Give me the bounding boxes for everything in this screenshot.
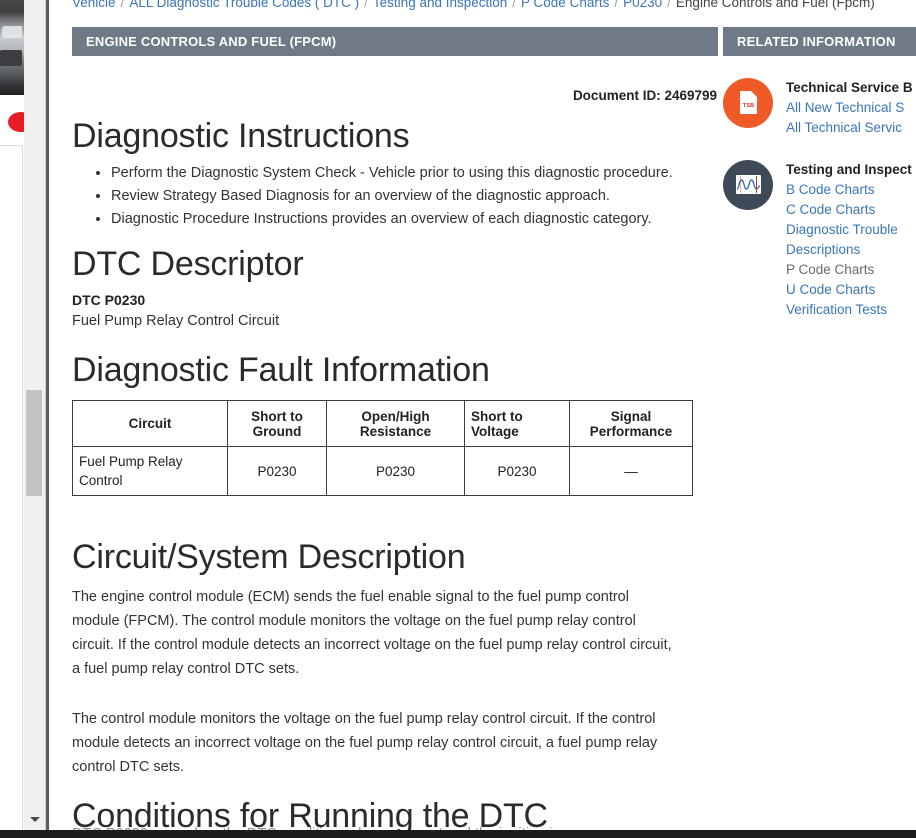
- related-information-header: RELATED INFORMATION: [723, 27, 916, 56]
- scrollbar-down-arrow-icon[interactable]: [24, 810, 46, 828]
- vehicle-grille: [0, 50, 22, 66]
- related-link[interactable]: C Code Charts: [786, 200, 916, 220]
- breadcrumb-separator: /: [120, 0, 125, 10]
- tsb-label: TSB: [742, 103, 755, 109]
- breadcrumb-item[interactable]: P Code Charts: [521, 0, 609, 10]
- table-column-header: Short to Voltage: [464, 400, 570, 448]
- scrollbar-track[interactable]: [24, 0, 46, 820]
- table-body: Fuel Pump Relay Control P0230 P0230 P0230—: [72, 446, 693, 497]
- tsb-document-icon: TSB: [723, 78, 773, 128]
- left-app-chrome: [0, 0, 34, 838]
- main-content-column: ENGINE CONTROLS AND FUEL (FPCM) Document…: [72, 27, 718, 838]
- list-item: Review Strategy Based Diagnosis for an o…: [111, 185, 718, 208]
- scope-screen: [736, 175, 761, 194]
- bullet-text: provides an overview of each diagnostic …: [327, 211, 652, 228]
- table-column-header: Short to Ground: [227, 400, 327, 448]
- clipped-bottom-text: DTC P0230 runs when the DTC conditions a…: [72, 823, 712, 830]
- breadcrumb-separator: /: [667, 0, 671, 10]
- inline-link[interactable]: Diagnostic System Check - Vehicle: [191, 165, 416, 181]
- vehicle-headlamp: [2, 26, 22, 38]
- vertical-scrollbar[interactable]: [24, 0, 46, 838]
- related-link[interactable]: Verification Tests: [786, 300, 916, 320]
- bullet-text: Perform the: [111, 165, 191, 182]
- table-column-header: Open/High Resistance: [326, 400, 465, 448]
- inline-link[interactable]: Strategy Based Diagnosis: [163, 188, 330, 204]
- breadcrumb-separator: /: [512, 0, 517, 10]
- breadcrumb-item[interactable]: P0230: [623, 0, 662, 10]
- diagnostic-fault-table: Circuit Short to Ground Open/High Resistan…: [72, 400, 693, 497]
- diagnostic-instructions-list: Perform the Diagnostic System Check - Ve…: [72, 162, 718, 231]
- table-cell: P0230: [326, 446, 465, 497]
- breadcrumb-separator: /: [614, 0, 619, 10]
- circuit-description-paragraph-2: The control module monitors the voltage …: [72, 711, 658, 776]
- bullet-text: Review: [111, 188, 163, 205]
- table-cell: —: [569, 446, 693, 497]
- related-link[interactable]: All New Technical S: [786, 98, 916, 118]
- breadcrumb-item: Engine Controls and Fuel (Fpcm): [675, 0, 875, 10]
- document-id: Document ID: 2469799: [572, 88, 717, 103]
- related-information-column: RELATED INFORMATION TSB Technical Service…: [723, 27, 916, 320]
- related-links-list: Testing and Inspect B Code Charts C Code C…: [786, 160, 916, 320]
- related-links-list: Technical Service B All New Technical S Al…: [786, 78, 916, 138]
- browser-viewport: Vehicle / ALL Diagnostic Trouble Codes ( D…: [0, 0, 916, 838]
- heading-dtc-descriptor: DTC Descriptor: [72, 245, 304, 284]
- table-column-header: Signal Performance: [569, 400, 693, 448]
- bullet-text: for an overview of the diagnostic approa…: [329, 188, 610, 205]
- table-column-header: Circuit: [72, 400, 228, 448]
- breadcrumb-separator: /: [364, 0, 368, 10]
- main-panel-header: ENGINE CONTROLS AND FUEL (FPCM): [72, 27, 718, 56]
- dtc-code: DTC P0230: [72, 292, 146, 309]
- chevron-down-icon: [30, 816, 40, 822]
- breadcrumb-item[interactable]: Testing and Inspection: [373, 0, 507, 10]
- list-item: Diagnostic Procedure Instructions provid…: [111, 208, 718, 231]
- circuit-description-paragraph-1: The engine control module (ECM) sends th…: [72, 589, 672, 678]
- scrollbar-thumb[interactable]: [26, 390, 42, 496]
- bullet-text: prior to using this diagnostic procedure…: [415, 165, 673, 182]
- table-cell: Fuel Pump Relay Control: [72, 446, 228, 497]
- related-link[interactable]: Diagnostic Trouble Descriptions: [786, 220, 916, 260]
- dtc-description: Fuel Pump Relay Control Circuit: [72, 313, 280, 330]
- inline-link[interactable]: Diagnostic Procedure Instructions: [111, 211, 328, 227]
- related-group-title: Testing and Inspect: [786, 162, 912, 177]
- table-cell: P0230: [227, 446, 327, 497]
- window-bottom-strip: [0, 830, 916, 838]
- related-group-title: Technical Service B: [786, 80, 913, 95]
- table-cell: P0230: [464, 446, 570, 497]
- breadcrumb: Vehicle / ALL Diagnostic Trouble Codes ( D…: [72, 0, 916, 12]
- related-link[interactable]: All Technical Servic: [786, 118, 916, 138]
- list-item: Perform the Diagnostic System Check - Ve…: [111, 162, 718, 185]
- document-viewport: Vehicle / ALL Diagnostic Trouble Codes ( D…: [49, 0, 916, 838]
- heading-diagnostic-fault-information: Diagnostic Fault Information: [72, 351, 490, 390]
- related-information-groups: TSB Technical Service B All New Technical …: [723, 78, 916, 320]
- related-link: P Code Charts: [786, 262, 875, 277]
- oscilloscope-icon: [723, 160, 773, 210]
- breadcrumb-item[interactable]: ALL Diagnostic Trouble Codes ( DTC ): [129, 0, 359, 10]
- table-header-row: Circuit Short to Ground Open/High Resistan…: [72, 400, 693, 448]
- table-row: Fuel Pump Relay Control P0230 P0230 P0230—: [72, 446, 693, 497]
- heading-diagnostic-instructions: Diagnostic Instructions: [72, 117, 410, 155]
- left-panel-card: [0, 145, 23, 838]
- heading-circuit-system-description: Circuit/System Description: [72, 538, 466, 577]
- related-information-group: Testing and Inspect B Code Charts C Code C…: [723, 160, 916, 320]
- vehicle-photo: [0, 0, 24, 95]
- related-link[interactable]: U Code Charts: [786, 280, 916, 300]
- related-link[interactable]: B Code Charts: [786, 180, 916, 200]
- breadcrumb-item[interactable]: Vehicle: [72, 0, 116, 10]
- related-information-group: TSB Technical Service B All New Technical …: [723, 78, 916, 138]
